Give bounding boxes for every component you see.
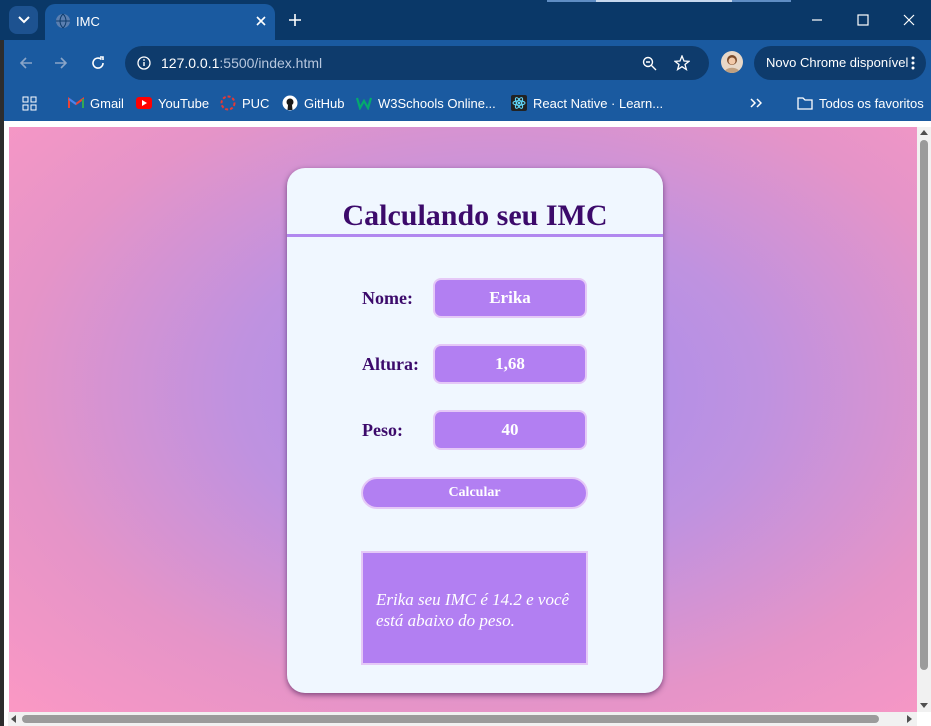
- apps-grid-icon: [22, 96, 37, 110]
- vertical-scrollbar[interactable]: [917, 127, 931, 712]
- back-button[interactable]: [12, 49, 40, 77]
- gmail-icon: [68, 95, 84, 111]
- kebab-menu-icon: [911, 56, 915, 70]
- all-bookmarks-button[interactable]: Todos os favoritos: [797, 92, 924, 114]
- tab-strip: IMC: [0, 0, 931, 40]
- bookmark-puc[interactable]: PUC: [220, 92, 269, 114]
- close-window-button[interactable]: [894, 6, 924, 34]
- result-text: Erika seu IMC é 14.2 e você está abaixo …: [376, 590, 570, 630]
- folder-icon: [797, 95, 813, 111]
- update-label: Novo Chrome disponível: [766, 55, 909, 70]
- plus-icon: [289, 14, 301, 26]
- scroll-up-arrow[interactable]: [920, 130, 928, 135]
- youtube-icon: [136, 95, 152, 111]
- bookmark-star-button[interactable]: [671, 52, 693, 74]
- minimize-button[interactable]: [802, 6, 832, 34]
- page-title: Calculando seu IMC: [342, 199, 608, 232]
- minimize-icon: [812, 19, 822, 21]
- forward-button[interactable]: [47, 49, 75, 77]
- nome-label: Nome:: [362, 288, 413, 308]
- url-text[interactable]: 127.0.0.1:5500/index.html: [161, 55, 322, 71]
- scroll-left-arrow[interactable]: [11, 715, 16, 723]
- puc-icon: [220, 95, 236, 111]
- horizontal-scroll-thumb[interactable]: [22, 715, 879, 723]
- bookmark-label: PUC: [242, 95, 270, 111]
- page-viewport: Calculando seu IMC Nome: Erika Altura: 1…: [4, 121, 931, 726]
- star-icon: [674, 55, 690, 71]
- zoom-button[interactable]: [638, 52, 660, 74]
- scroll-down-arrow[interactable]: [920, 703, 928, 708]
- peso-label: Peso:: [362, 420, 403, 440]
- browser-toolbar: 127.0.0.1:5500/index.html Novo Chrome di…: [4, 40, 931, 86]
- site-info-button[interactable]: [133, 52, 155, 74]
- url-path: :5500/index.html: [219, 55, 323, 71]
- altura-label: Altura:: [362, 354, 419, 374]
- altura-input[interactable]: 1,68: [433, 344, 587, 384]
- update-chrome-button[interactable]: Novo Chrome disponível: [754, 46, 926, 80]
- new-tab-button[interactable]: [284, 9, 306, 31]
- chevron-double-right-icon: [750, 98, 762, 108]
- page-background: Calculando seu IMC Nome: Erika Altura: 1…: [9, 127, 917, 712]
- result-box: Erika seu IMC é 14.2 e você está abaixo …: [361, 551, 588, 665]
- calcular-button[interactable]: Calcular: [361, 477, 588, 509]
- close-icon: [903, 14, 915, 26]
- bookmark-w3schools[interactable]: W3Schools Online...: [356, 92, 496, 114]
- more-bookmarks-button[interactable]: [750, 92, 762, 114]
- tab-close-button[interactable]: [252, 12, 270, 30]
- horizontal-scrollbar[interactable]: [8, 712, 917, 726]
- reload-button[interactable]: [84, 49, 112, 77]
- tab-title: IMC: [76, 14, 100, 29]
- bookmark-gmail[interactable]: Gmail: [68, 92, 124, 114]
- chevron-down-icon: [17, 16, 30, 24]
- bookmarks-bar: Gmail YouTube PUC GitHub W3Schools Onlin…: [4, 86, 931, 121]
- github-icon: [282, 95, 298, 111]
- bookmark-react-native[interactable]: React Native · Learn...: [511, 92, 663, 114]
- peso-input[interactable]: 40: [433, 410, 587, 450]
- info-icon: [137, 56, 151, 70]
- bookmark-label: YouTube: [158, 95, 210, 111]
- tab-imc[interactable]: IMC: [45, 4, 275, 40]
- menu-button[interactable]: [906, 53, 920, 73]
- globe-icon: [56, 13, 70, 29]
- maximize-icon: [857, 14, 869, 26]
- bookmark-label: React Native · Learn...: [533, 95, 664, 111]
- bookmark-label: W3Schools Online...: [378, 95, 496, 111]
- url-host: 127.0.0.1: [161, 55, 220, 71]
- vertical-scroll-thumb[interactable]: [920, 140, 928, 670]
- tab-strip-accent-light: [596, 0, 732, 2]
- zoom-icon: [642, 56, 656, 70]
- bookmark-youtube[interactable]: YouTube: [136, 92, 209, 114]
- maximize-button[interactable]: [848, 6, 878, 34]
- apps-button[interactable]: [22, 92, 37, 114]
- bookmark-label: GitHub: [304, 95, 345, 111]
- close-icon: [256, 16, 266, 26]
- arrow-right-icon: [55, 57, 68, 69]
- w3schools-icon: [356, 95, 372, 111]
- avatar-icon: [724, 55, 740, 73]
- nome-input[interactable]: Erika: [433, 278, 587, 318]
- title-divider: [287, 234, 663, 237]
- bookmark-label: Gmail: [90, 95, 124, 111]
- react-icon: [511, 95, 527, 111]
- address-bar[interactable]: 127.0.0.1:5500/index.html: [125, 46, 709, 80]
- reload-icon: [92, 56, 104, 69]
- bookmark-github[interactable]: GitHub: [282, 92, 344, 114]
- profile-avatar[interactable]: [721, 51, 743, 73]
- imc-card: Calculando seu IMC Nome: Erika Altura: 1…: [287, 168, 663, 693]
- all-bookmarks-label: Todos os favoritos: [819, 95, 924, 111]
- arrow-left-icon: [19, 57, 32, 69]
- scroll-right-arrow[interactable]: [907, 715, 912, 723]
- tab-search-button[interactable]: [9, 6, 38, 34]
